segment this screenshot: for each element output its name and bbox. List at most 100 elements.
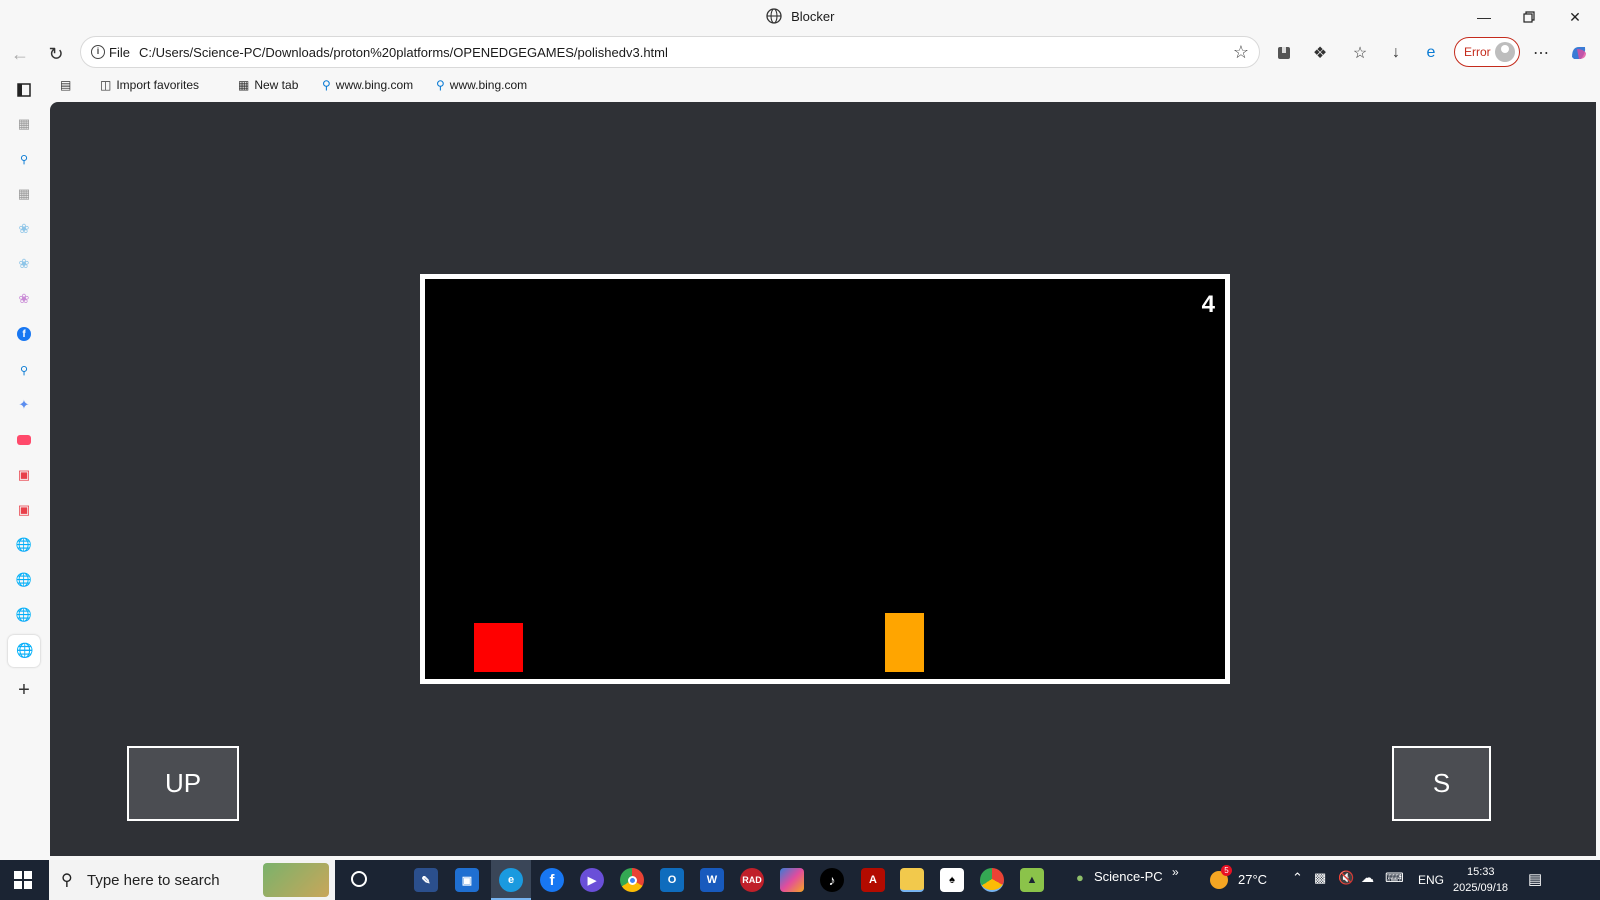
weather-temp[interactable]: 27°C (1238, 872, 1267, 887)
cortana-icon[interactable] (351, 871, 367, 887)
url-text[interactable]: C:/Users/Science-PC/Downloads/proton%20p… (139, 45, 668, 60)
up-button[interactable]: UP (127, 746, 239, 821)
solitaire-icon[interactable]: ♠ (940, 868, 964, 892)
sidebar-search-icon[interactable]: ⚲ (14, 149, 34, 169)
favorite-label: www.bing.com (335, 78, 414, 92)
copilot-icon[interactable] (780, 868, 804, 892)
edge-collections-icon[interactable]: e (1418, 41, 1444, 65)
new-tab-plus-icon[interactable]: + (14, 679, 34, 701)
onedrive-icon[interactable]: ☁ (1361, 870, 1374, 886)
copilot-icon[interactable] (1566, 41, 1592, 65)
favorites-icon[interactable]: ☆ (1347, 41, 1373, 65)
page-content: 4 UP S (50, 102, 1596, 856)
keyboard-icon[interactable]: ⌨ (1385, 870, 1404, 886)
search-icon: ⚲ (436, 78, 445, 92)
scheme-label: File (109, 45, 130, 60)
bing-chat-icon[interactable]: ▶ (580, 868, 604, 892)
tab-icon: ▦ (238, 78, 250, 92)
language-indicator[interactable]: ENG (1418, 873, 1444, 887)
chrome-icon[interactable] (620, 868, 644, 892)
close-window-button[interactable]: ✕ (1553, 4, 1597, 30)
pen-app-icon[interactable]: ✎ (414, 868, 438, 892)
more-options-icon[interactable]: ⋯ (1528, 41, 1554, 65)
chart-app-icon[interactable]: ▲ (1020, 868, 1044, 892)
favorite-bing-2[interactable]: ⚲ www.bing.com (436, 78, 527, 92)
sidebar-tab-icon[interactable]: ▦ (14, 184, 34, 204)
sidebar-search-icon[interactable]: ⚲ (14, 360, 34, 380)
favorites-bar: ▤ ◫ Import favorites ▦ New tab ⚲ www.bin… (50, 72, 1600, 100)
restore-button[interactable] (1507, 4, 1551, 30)
chevron-up-icon[interactable]: ⌃ (1292, 870, 1303, 886)
sidebar-tab-icon[interactable]: ▦ (14, 114, 34, 134)
player-block (474, 623, 523, 672)
score-counter: 4 (1201, 291, 1215, 318)
clock-date[interactable]: 2025/09/18 (1453, 882, 1508, 894)
favorite-label: New tab (254, 78, 299, 92)
sidebar-butterfly-icon[interactable]: ❀ (14, 289, 34, 309)
search-icon: ⚲ (61, 872, 73, 889)
globe-icon[interactable]: 🌐 (14, 535, 34, 555)
favorite-new-tab[interactable]: ▦ New tab (238, 78, 298, 92)
globe-icon[interactable]: 🌐 (14, 570, 34, 590)
downloads-icon[interactable]: ↓ (1383, 41, 1409, 65)
notifications-icon[interactable]: ▤ (1528, 870, 1542, 888)
game-canvas[interactable]: 4 (420, 274, 1230, 684)
volume-muted-icon[interactable]: 🔇 (1338, 870, 1354, 886)
vertical-tabs-sidebar: ▦ ⚲ ▦ ❀ ❀ ❀ f ⚲ ✦ ▣ ▣ 🌐 🌐 🌐 🌐 + (0, 72, 50, 860)
favorites-menu-icon[interactable]: ▤ (60, 78, 71, 92)
favorite-import[interactable]: ◫ Import favorites (100, 78, 199, 92)
refresh-icon[interactable]: ↻ (44, 42, 68, 66)
profile-status-label: Error (1464, 45, 1491, 59)
network-icon[interactable]: ▩ (1314, 870, 1326, 886)
avatar-icon (1495, 42, 1515, 62)
globe-icon (765, 8, 782, 27)
chevron-right-icon[interactable]: » (1172, 865, 1179, 879)
title-bar: Blocker — ✕ (0, 0, 1600, 34)
clock-time[interactable]: 15:33 (1467, 866, 1495, 878)
favorite-label: www.bing.com (449, 78, 528, 92)
tiktok-icon[interactable]: ♪ (820, 868, 844, 892)
store-icon[interactable]: ▣ (14, 500, 34, 520)
gemini-icon[interactable]: ✦ (14, 395, 34, 415)
windows-start-icon[interactable] (14, 871, 32, 894)
globe-icon[interactable]: 🌐 (14, 605, 34, 625)
facebook-icon[interactable]: f (14, 324, 34, 344)
minimize-button[interactable]: — (1462, 4, 1506, 30)
store-icon[interactable]: ▣ (14, 465, 34, 485)
acrobat-icon[interactable]: A (861, 868, 885, 892)
word-icon[interactable]: W (700, 868, 724, 892)
edge-icon: e (499, 868, 523, 892)
favorite-bing-1[interactable]: ⚲ www.bing.com (322, 78, 413, 92)
file-explorer-icon[interactable] (900, 868, 924, 892)
globe-icon: 🌐 (16, 642, 34, 658)
window-title: Blocker (791, 8, 835, 24)
taskbar-active-app[interactable]: e (491, 860, 531, 900)
youtube-icon[interactable] (14, 430, 34, 450)
facebook-icon[interactable]: f (540, 868, 564, 892)
reading-mode-icon[interactable] (1271, 41, 1297, 65)
sidebar-butterfly-icon[interactable]: ❀ (14, 254, 34, 274)
favorite-star-icon[interactable]: ☆ (1233, 42, 1249, 63)
taskbar-user-label[interactable]: Science-PC (1094, 869, 1163, 884)
store-icon[interactable]: ▣ (455, 868, 479, 892)
import-icon: ◫ (100, 78, 112, 92)
s-button[interactable]: S (1392, 746, 1491, 821)
extensions-icon[interactable]: ❖ (1307, 41, 1333, 65)
navigation-bar: ← ↻ i File C:/Users/Science-PC/Downloads… (0, 34, 1600, 72)
rad-app-icon[interactable]: RAD (740, 868, 764, 892)
sidebar-butterfly-icon[interactable]: ❀ (14, 219, 34, 239)
outlook-icon[interactable]: O (660, 868, 684, 892)
user-icon: ● (1076, 870, 1084, 885)
sidebar-active-tab[interactable]: 🌐 (8, 635, 40, 667)
profile-button[interactable]: Error (1454, 37, 1520, 67)
back-arrow-icon[interactable]: ← (8, 42, 32, 66)
address-bar[interactable]: i File C:/Users/Science-PC/Downloads/pro… (80, 36, 1260, 68)
window-title-wrap: Blocker (0, 8, 1600, 27)
search-placeholder: Type here to search (87, 872, 220, 889)
tab-actions-icon[interactable] (14, 80, 34, 100)
chrome-profile-icon[interactable] (980, 868, 1004, 892)
taskbar: ⚲ Type here to search ✎ ▣ e f ▶ O W RAD … (0, 860, 1600, 900)
weather-sun-icon[interactable]: 5 (1210, 865, 1232, 889)
taskbar-search-box[interactable]: ⚲ Type here to search (49, 860, 335, 900)
info-icon[interactable]: i (91, 45, 105, 59)
